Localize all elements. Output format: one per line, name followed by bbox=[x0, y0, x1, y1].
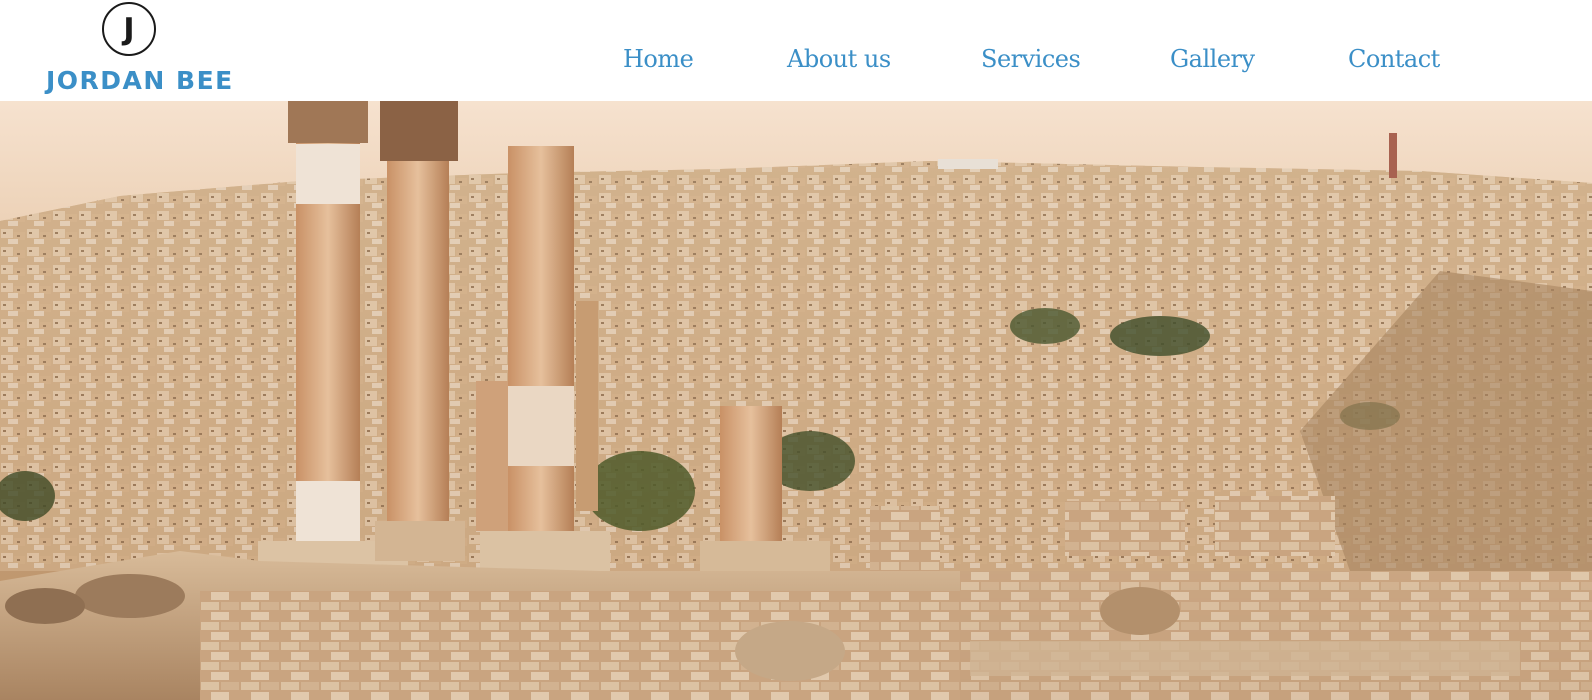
nav-link-contact[interactable]: Contact bbox=[1348, 45, 1440, 73]
column-2 bbox=[380, 101, 458, 526]
column-1 bbox=[288, 101, 368, 541]
hero-illustration bbox=[0, 101, 1592, 700]
nav-link-home[interactable]: Home bbox=[623, 45, 694, 73]
site-header: J JORDAN BEE Home About us Services Gall… bbox=[0, 0, 1592, 101]
nav-link-services[interactable]: Services bbox=[981, 45, 1081, 73]
nav-link-about-us[interactable]: About us bbox=[787, 45, 891, 73]
main-nav: Home About us Services Gallery Contact bbox=[0, 45, 1592, 79]
nav-link-gallery[interactable]: Gallery bbox=[1170, 45, 1255, 73]
hero-banner-image bbox=[0, 101, 1592, 700]
column-4 bbox=[720, 406, 782, 541]
